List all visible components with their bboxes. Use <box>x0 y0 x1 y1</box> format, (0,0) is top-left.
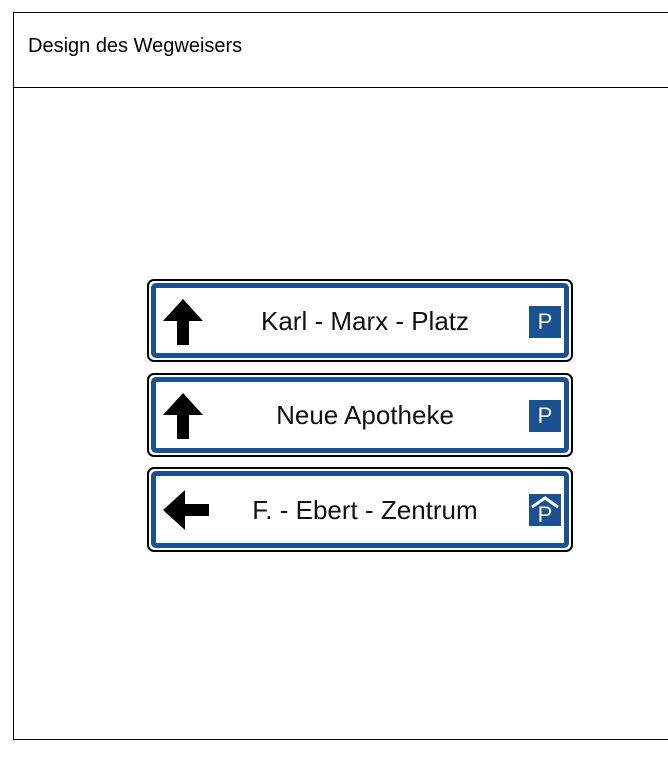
sign-label: F. - Ebert - Zentrum <box>252 495 478 525</box>
sign-label: Karl - Marx - Platz <box>260 306 470 336</box>
direction-sign-2: Neue Apotheke P <box>147 373 573 457</box>
parking-garage-icon: P <box>529 494 561 526</box>
canvas-frame: Design des Wegweisers Karl - Marx - Plat… <box>13 12 668 740</box>
header-bar: Design des Wegweisers <box>14 13 668 88</box>
arrow-up-icon <box>163 393 203 439</box>
parking-icon: P <box>529 306 561 338</box>
direction-sign-1: Karl - Marx - Platz P <box>147 279 573 362</box>
direction-sign-3: F. - Ebert - Zentrum P <box>147 467 573 552</box>
arrow-up-icon <box>163 299 203 345</box>
page-title: Design des Wegweisers <box>28 35 243 57</box>
arrow-left-icon <box>163 490 209 530</box>
parking-icon: P <box>529 400 561 432</box>
sign-label: Neue Apotheke <box>276 400 454 430</box>
